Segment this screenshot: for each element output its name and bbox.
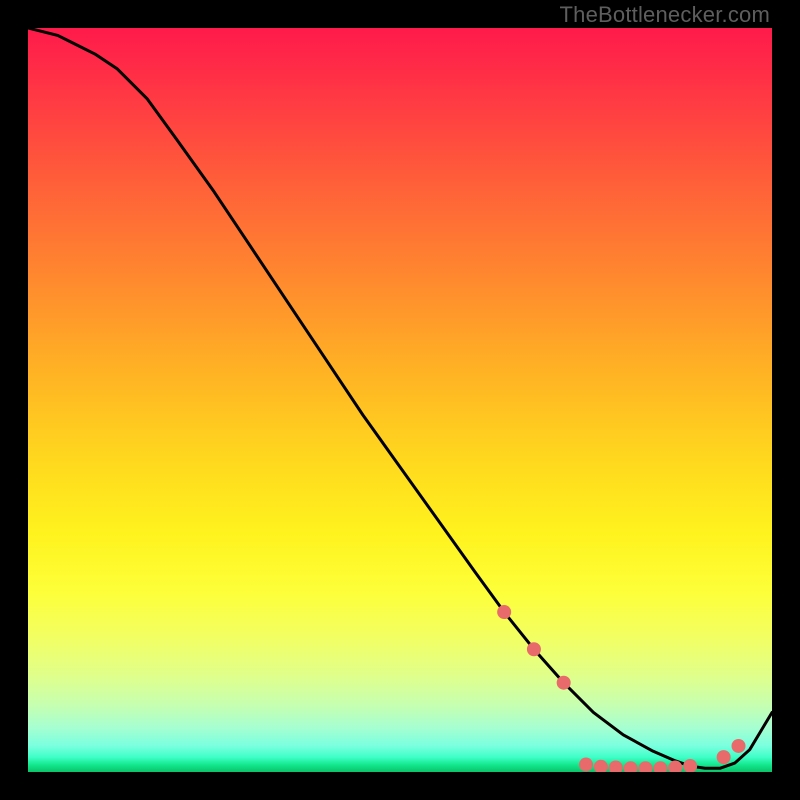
plot-area (28, 28, 772, 772)
curve-markers (497, 605, 745, 772)
curve-marker-dot (639, 761, 653, 772)
watermark-text: TheBottlenecker.com (560, 2, 770, 28)
curve-marker-dot (624, 761, 638, 772)
curve-marker-dot (717, 750, 731, 764)
curve-marker-dot (579, 758, 593, 772)
curve-marker-dot (497, 605, 511, 619)
curve-marker-dot (557, 676, 571, 690)
curve-marker-dot (527, 642, 541, 656)
chart-svg (28, 28, 772, 772)
curve-marker-dot (594, 760, 608, 772)
curve-marker-dot (732, 739, 746, 753)
chart-frame: TheBottlenecker.com (0, 0, 800, 800)
curve-marker-dot (609, 761, 623, 772)
curve-marker-dot (683, 759, 697, 772)
curve-marker-dot (653, 761, 667, 772)
bottleneck-curve (28, 28, 772, 768)
